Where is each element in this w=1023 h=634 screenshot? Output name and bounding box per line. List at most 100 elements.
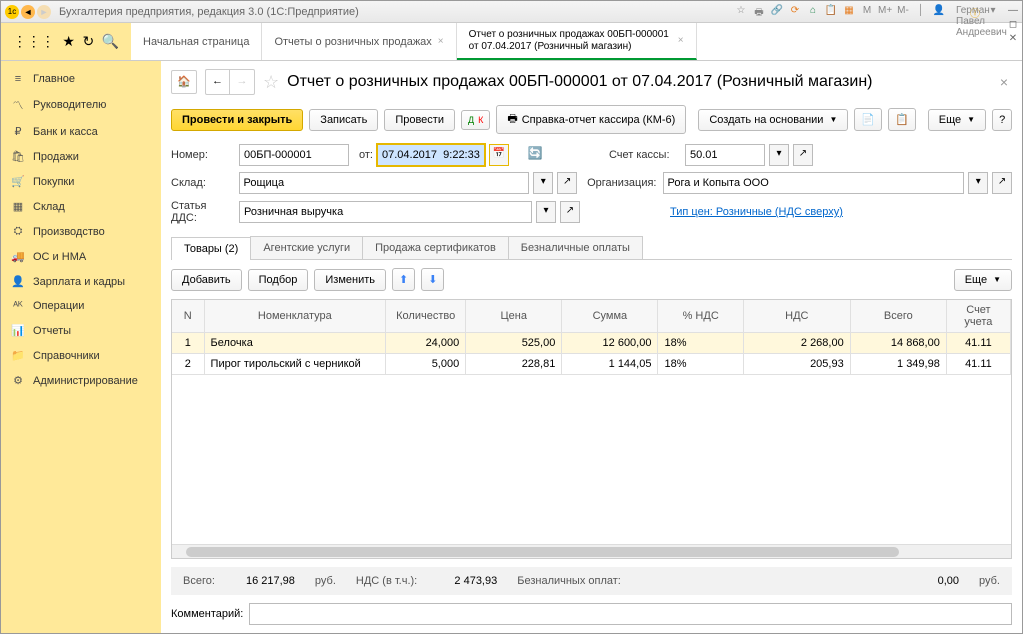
info-icon[interactable]: ⓘ — [968, 5, 982, 19]
tab-certificates[interactable]: Продажа сертификатов — [362, 236, 509, 259]
sidebar-item-warehouse[interactable]: ▦Склад — [1, 194, 161, 219]
sidebar-item-production[interactable]: ⛭Производство — [1, 219, 161, 244]
sidebar-item-manager[interactable]: 〽Руководителю — [1, 91, 161, 119]
account-field[interactable] — [685, 144, 765, 166]
link-icon[interactable]: 🔗 — [770, 5, 784, 19]
sidebar-item-directories[interactable]: 📁Справочники — [1, 343, 161, 368]
col-n[interactable]: N — [172, 300, 204, 333]
print-icon[interactable]: 🖶 — [752, 5, 766, 19]
favorites-icon[interactable]: ☆ — [734, 5, 748, 19]
date-picker-button[interactable]: 📅 — [489, 144, 509, 166]
col-total[interactable]: Всего — [850, 300, 946, 333]
tab-start-page[interactable]: Начальная страница — [131, 23, 262, 60]
tab-cashless[interactable]: Безналичные оплаты — [508, 236, 643, 259]
sidebar-item-main[interactable]: ≡Главное — [1, 67, 161, 91]
dropdown-icon[interactable]: ▾ — [986, 5, 1000, 19]
sidebar-item-admin[interactable]: ⚙Администрирование — [1, 368, 161, 393]
tab-close-icon[interactable]: × — [678, 35, 684, 46]
col-vat-pct[interactable]: % НДС — [658, 300, 743, 333]
favorite-button[interactable]: ☆ — [263, 72, 279, 93]
move-up-button[interactable]: ⬆ — [392, 268, 415, 291]
org-dropdown-button[interactable]: ▾ — [968, 172, 988, 194]
attach-button[interactable]: 📄 — [854, 108, 882, 131]
m-btn[interactable]: M — [860, 5, 874, 19]
list-button[interactable]: 📋 — [888, 108, 916, 131]
dds-open-button[interactable]: ↗ — [560, 201, 580, 223]
more-button[interactable]: Еще▼ — [928, 109, 986, 131]
minimize-button[interactable]: — — [1004, 5, 1022, 19]
warehouse-dropdown-button[interactable]: ▾ — [533, 172, 553, 194]
post-and-close-button[interactable]: Провести и закрыть — [171, 109, 303, 131]
sidebar-item-operations[interactable]: ᴬᴷОперации — [1, 294, 161, 318]
dds-dropdown-button[interactable]: ▾ — [536, 201, 556, 223]
sidebar-item-sales[interactable]: 🛍Продажи — [1, 144, 161, 169]
help-button[interactable]: ? — [992, 109, 1012, 131]
nav-back-icon[interactable]: ◄ — [21, 5, 35, 19]
change-button[interactable]: Изменить — [314, 269, 386, 291]
date-field[interactable] — [377, 144, 485, 166]
user-name[interactable]: Герман Павел Андреевич — [950, 5, 964, 19]
forward-button[interactable]: → — [230, 70, 254, 94]
select-button[interactable]: Подбор — [248, 269, 309, 291]
write-button[interactable]: Записать — [309, 109, 378, 131]
tab-retail-report-doc[interactable]: Отчет о розничных продажах 00БП-000001 о… — [457, 23, 697, 60]
tab-retail-reports[interactable]: Отчеты о розничных продажах × — [262, 23, 456, 60]
close-page-button[interactable]: × — [996, 74, 1012, 90]
apps-icon[interactable]: ⋮⋮⋮ — [13, 33, 55, 50]
m-minus-btn[interactable]: M- — [896, 5, 910, 19]
more-rows-button[interactable]: Еще▼ — [954, 269, 1012, 291]
sidebar-item-assets[interactable]: 🚚ОС и НМА — [1, 244, 161, 269]
col-sum[interactable]: Сумма — [562, 300, 658, 333]
table-row[interactable]: 1 Белочка 24,000 525,00 12 600,00 18% 2 … — [172, 333, 1011, 354]
table-row[interactable]: 2 Пирог тирольский с черникой 5,000 228,… — [172, 354, 1011, 375]
number-field[interactable] — [239, 144, 349, 166]
back-button[interactable]: ← — [206, 70, 230, 94]
m-plus-btn[interactable]: M+ — [878, 5, 892, 19]
org-field[interactable] — [663, 172, 965, 194]
tab-agent-services[interactable]: Агентские услуги — [250, 236, 363, 259]
refresh-doc-button[interactable]: 🔄 — [525, 144, 545, 166]
account-open-button[interactable]: ↗ — [793, 144, 813, 166]
home-button[interactable]: 🏠 — [171, 70, 197, 94]
tab-goods[interactable]: Товары (2) — [171, 237, 251, 260]
comment-field[interactable] — [249, 603, 1012, 625]
sidebar-item-payroll[interactable]: 👤Зарплата и кадры — [1, 269, 161, 294]
horizontal-scrollbar[interactable] — [172, 544, 1011, 558]
home-icon[interactable]: ⌂ — [806, 5, 820, 19]
org-open-button[interactable]: ↗ — [992, 172, 1012, 194]
history-icon[interactable]: ↻ — [82, 33, 94, 50]
account-dropdown-button[interactable]: ▾ — [769, 144, 789, 166]
refresh-icon[interactable]: ⟳ — [788, 5, 802, 19]
col-vat[interactable]: НДС — [743, 300, 850, 333]
sidebar-item-bank[interactable]: ₽Банк и касса — [1, 119, 161, 144]
warehouse-open-button[interactable]: ↗ — [557, 172, 577, 194]
cart-icon: 🛒 — [11, 175, 25, 188]
dds-field[interactable] — [239, 201, 532, 223]
warehouse-field[interactable] — [239, 172, 530, 194]
window-titlebar: 1c ◄ ► Бухгалтерия предприятия, редакция… — [1, 1, 1022, 23]
star-nav-icon[interactable]: ★ — [62, 33, 75, 50]
col-qty[interactable]: Количество — [386, 300, 466, 333]
price-type-link[interactable]: Тип цен: Розничные (НДС сверху) — [670, 206, 843, 218]
dt-kt-button[interactable]: ДК — [461, 110, 490, 130]
col-nomenclature[interactable]: Номенклатура — [204, 300, 386, 333]
user-icon[interactable]: 👤 — [932, 5, 946, 19]
calendar-icon[interactable]: 📋 — [824, 5, 838, 19]
sidebar-item-purchases[interactable]: 🛒Покупки — [1, 169, 161, 194]
col-acct[interactable]: Счет учета — [946, 300, 1010, 333]
create-based-button[interactable]: Создать на основании▼ — [698, 109, 848, 131]
tab-label: Начальная страница — [143, 36, 249, 48]
col-price[interactable]: Цена — [466, 300, 562, 333]
post-button[interactable]: Провести — [384, 109, 455, 131]
sidebar-item-reports[interactable]: 📊Отчеты — [1, 318, 161, 343]
search-icon[interactable]: 🔍 — [102, 33, 119, 50]
vat-value: 2 473,93 — [437, 575, 497, 587]
calc-icon[interactable]: ▦ — [842, 5, 856, 19]
cashless-label: Безналичных оплат: — [517, 575, 621, 587]
cashier-report-button[interactable]: 🖶Справка-отчет кассира (КМ-6) — [496, 105, 686, 134]
nav-fwd-icon[interactable]: ► — [37, 5, 51, 19]
move-down-button[interactable]: ⬇ — [421, 268, 444, 291]
comment-label: Комментарий: — [171, 608, 243, 620]
tab-close-icon[interactable]: × — [438, 36, 444, 47]
add-row-button[interactable]: Добавить — [171, 269, 242, 291]
